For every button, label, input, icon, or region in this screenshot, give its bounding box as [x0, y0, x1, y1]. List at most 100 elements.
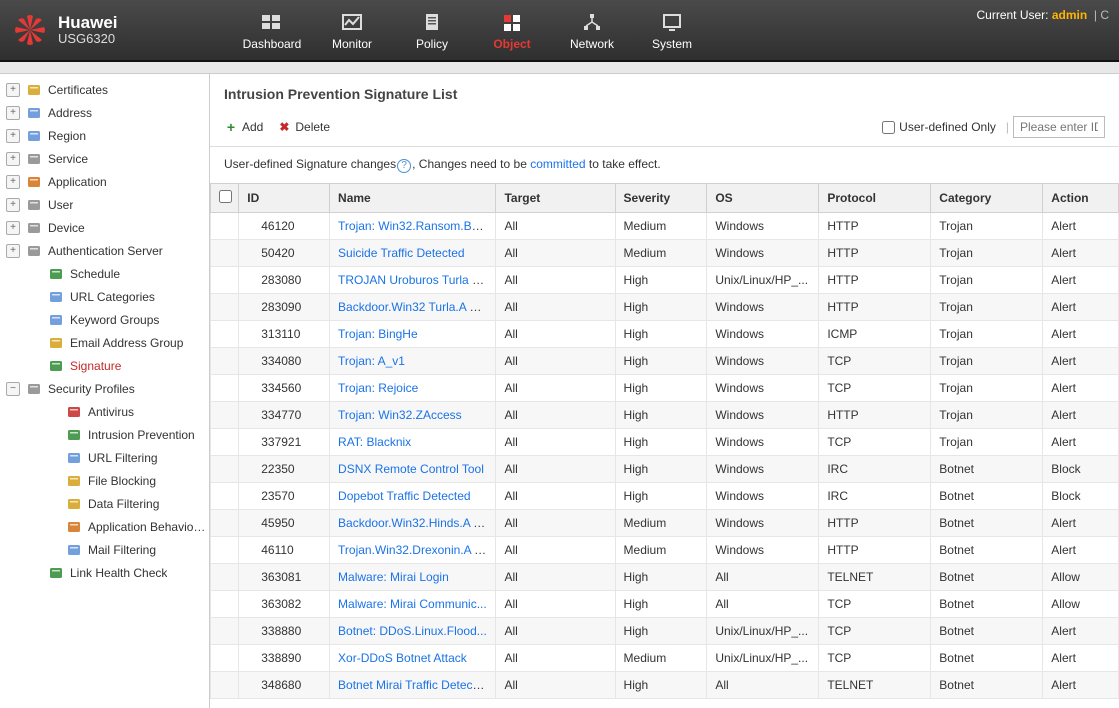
- nav-monitor[interactable]: Monitor: [312, 3, 392, 57]
- table-row[interactable]: 46110Trojan.Win32.Drexonin.A T...AllMedi…: [211, 536, 1119, 563]
- sidebar-item-security-profiles[interactable]: −Security Profiles: [0, 377, 209, 400]
- signature-name-link[interactable]: Backdoor.Win32.Hinds.A T...: [338, 516, 489, 530]
- signature-name-link[interactable]: Trojan: Win32.ZAccess: [338, 408, 462, 422]
- toggle-icon[interactable]: +: [6, 83, 20, 97]
- nav-object[interactable]: Object: [472, 3, 552, 57]
- cell-os: Unix/Linux/HP_...: [707, 617, 819, 644]
- table-row[interactable]: 50420Suicide Traffic DetectedAllMediumWi…: [211, 239, 1119, 266]
- signature-name-link[interactable]: Trojan: A_v1: [338, 354, 405, 368]
- signature-name-link[interactable]: Trojan: BingHe: [338, 327, 418, 341]
- col-header[interactable]: Severity: [615, 184, 707, 213]
- table-row[interactable]: 334080Trojan: A_v1AllHighWindowsTCPTroja…: [211, 347, 1119, 374]
- sidebar-item-antivirus[interactable]: Antivirus: [0, 400, 209, 423]
- user-defined-only-input[interactable]: [882, 121, 895, 134]
- cell-severity: High: [615, 428, 707, 455]
- cell-category: Trojan: [931, 239, 1043, 266]
- table-row[interactable]: 348680Botnet Mirai Traffic DetectedAllHi…: [211, 671, 1119, 698]
- table-row[interactable]: 338880Botnet: DDoS.Linux.Flood...AllHigh…: [211, 617, 1119, 644]
- cell-target: All: [496, 401, 615, 428]
- cell-category: Botnet: [931, 617, 1043, 644]
- sidebar-item-data-filtering[interactable]: Data Filtering: [0, 492, 209, 515]
- sidebar-item-url-filtering[interactable]: URL Filtering: [0, 446, 209, 469]
- table-row[interactable]: 363082Malware: Mirai Communic...AllHighA…: [211, 590, 1119, 617]
- sidebar-item-email-address-group[interactable]: Email Address Group: [0, 331, 209, 354]
- user-defined-only-checkbox[interactable]: User-defined Only: [882, 120, 996, 134]
- sidebar-item-schedule[interactable]: Schedule: [0, 262, 209, 285]
- sidebar-item-device[interactable]: +Device: [0, 216, 209, 239]
- table-row[interactable]: 23570Dopebot Traffic DetectedAllHighWind…: [211, 482, 1119, 509]
- sidebar-item-url-categories[interactable]: URL Categories: [0, 285, 209, 308]
- col-header[interactable]: Category: [931, 184, 1043, 213]
- table-row[interactable]: 313110Trojan: BingHeAllHighWindowsICMPTr…: [211, 320, 1119, 347]
- nav-network[interactable]: Network: [552, 3, 632, 57]
- commit-link[interactable]: committed: [530, 157, 585, 171]
- signature-name-link[interactable]: Backdoor.Win32 Turla.A C...: [338, 300, 488, 314]
- sidebar-item-keyword-groups[interactable]: Keyword Groups: [0, 308, 209, 331]
- cell-category: Trojan: [931, 212, 1043, 239]
- signature-name-link[interactable]: Dopebot Traffic Detected: [338, 489, 471, 503]
- sidebar-item-service[interactable]: +Service: [0, 147, 209, 170]
- toggle-icon[interactable]: +: [6, 129, 20, 143]
- sidebar-item-application-behavior-c[interactable]: Application Behavior C: [0, 515, 209, 538]
- table-row[interactable]: 22350DSNX Remote Control ToolAllHighWind…: [211, 455, 1119, 482]
- select-all-checkbox[interactable]: [219, 190, 232, 203]
- table-row[interactable]: 337921RAT: BlacknixAllHighWindowsTCPTroj…: [211, 428, 1119, 455]
- col-header[interactable]: Name: [330, 184, 496, 213]
- signature-name-link[interactable]: RAT: Blacknix: [338, 435, 411, 449]
- help-icon[interactable]: ?: [397, 159, 411, 173]
- sidebar-label: URL Categories: [70, 290, 155, 304]
- sidebar-label: Email Address Group: [70, 336, 183, 350]
- signature-name-link[interactable]: Malware: Mirai Communic...: [338, 597, 487, 611]
- toggle-icon[interactable]: +: [6, 221, 20, 235]
- sidebar-item-intrusion-prevention[interactable]: Intrusion Prevention: [0, 423, 209, 446]
- sidebar-item-mail-filtering[interactable]: Mail Filtering: [0, 538, 209, 561]
- toggle-icon[interactable]: −: [6, 382, 20, 396]
- table-row[interactable]: 45950Backdoor.Win32.Hinds.A T...AllMediu…: [211, 509, 1119, 536]
- col-header[interactable]: Action: [1043, 184, 1119, 213]
- cell-name: Xor-DDoS Botnet Attack: [330, 644, 496, 671]
- nav-policy[interactable]: Policy: [392, 3, 472, 57]
- toggle-icon[interactable]: +: [6, 198, 20, 212]
- col-header[interactable]: Protocol: [819, 184, 931, 213]
- col-header[interactable]: OS: [707, 184, 819, 213]
- table-row[interactable]: 283090Backdoor.Win32 Turla.A C...AllHigh…: [211, 293, 1119, 320]
- col-header[interactable]: ID: [239, 184, 330, 213]
- table-row[interactable]: 46120Trojan: Win32.Ransom.BOVAllMediumWi…: [211, 212, 1119, 239]
- table-row[interactable]: 334770Trojan: Win32.ZAccessAllHighWindow…: [211, 401, 1119, 428]
- table-row[interactable]: 338890Xor-DDoS Botnet AttackAllMediumUni…: [211, 644, 1119, 671]
- sidebar-item-signature[interactable]: Signature: [0, 354, 209, 377]
- search-input[interactable]: [1013, 116, 1105, 138]
- nav-system[interactable]: System: [632, 3, 712, 57]
- table-row[interactable]: 283080TROJAN Uroburos Turla C...AllHighU…: [211, 266, 1119, 293]
- signature-name-link[interactable]: Malware: Mirai Login: [338, 570, 449, 584]
- signature-name-link[interactable]: Xor-DDoS Botnet Attack: [338, 651, 467, 665]
- toggle-icon[interactable]: +: [6, 175, 20, 189]
- toggle-icon[interactable]: +: [6, 106, 20, 120]
- sidebar-item-application[interactable]: +Application: [0, 170, 209, 193]
- sidebar-item-authentication-server[interactable]: +Authentication Server: [0, 239, 209, 262]
- sidebar-item-address[interactable]: +Address: [0, 101, 209, 124]
- sidebar-item-link-health-check[interactable]: Link Health Check: [0, 561, 209, 584]
- sidebar-icon: [26, 381, 42, 397]
- sidebar-item-region[interactable]: +Region: [0, 124, 209, 147]
- table-row[interactable]: 363081Malware: Mirai LoginAllHighAllTELN…: [211, 563, 1119, 590]
- toggle-icon[interactable]: +: [6, 244, 20, 258]
- col-header[interactable]: Target: [496, 184, 615, 213]
- sidebar-item-user[interactable]: +User: [0, 193, 209, 216]
- sidebar-item-file-blocking[interactable]: File Blocking: [0, 469, 209, 492]
- signature-name-link[interactable]: Suicide Traffic Detected: [338, 246, 465, 260]
- signature-name-link[interactable]: Trojan: Win32.Ransom.BOV: [338, 219, 489, 233]
- table-row[interactable]: 334560Trojan: RejoiceAllHighWindowsTCPTr…: [211, 374, 1119, 401]
- signature-name-link[interactable]: TROJAN Uroburos Turla C...: [338, 273, 491, 287]
- signature-name-link[interactable]: Botnet Mirai Traffic Detected: [338, 678, 489, 692]
- signature-name-link[interactable]: Botnet: DDoS.Linux.Flood...: [338, 624, 487, 638]
- signature-name-link[interactable]: Trojan.Win32.Drexonin.A T...: [338, 543, 490, 557]
- sidebar-item-certificates[interactable]: +Certificates: [0, 78, 209, 101]
- add-button[interactable]: + Add: [224, 120, 263, 134]
- col-header[interactable]: [211, 184, 239, 213]
- signature-name-link[interactable]: Trojan: Rejoice: [338, 381, 418, 395]
- nav-dashboard[interactable]: Dashboard: [232, 3, 312, 57]
- signature-name-link[interactable]: DSNX Remote Control Tool: [338, 462, 484, 476]
- toggle-icon[interactable]: +: [6, 152, 20, 166]
- delete-button[interactable]: ✖ Delete: [277, 120, 330, 134]
